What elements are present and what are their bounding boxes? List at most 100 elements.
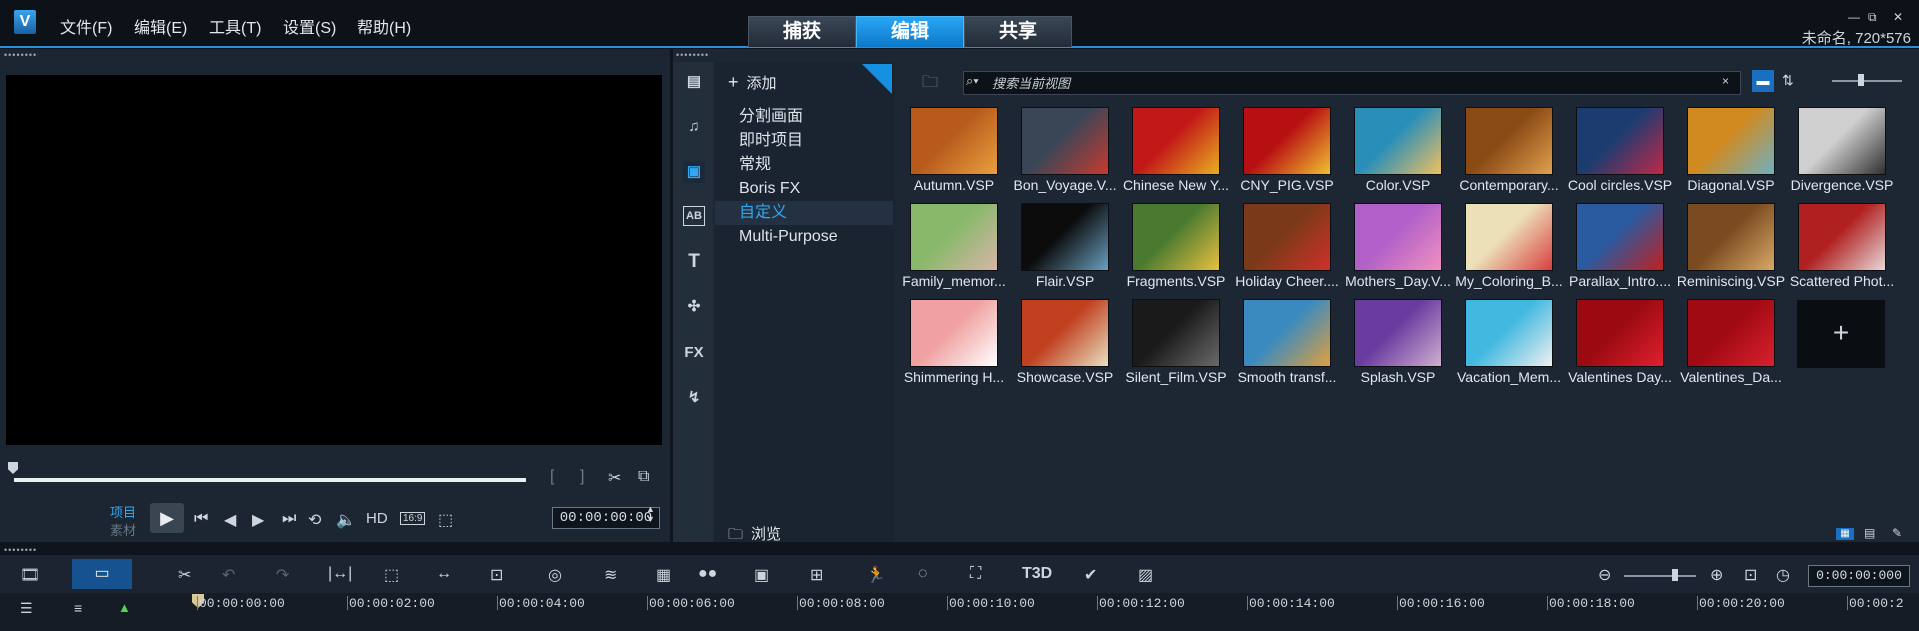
- menu-settings[interactable]: 设置(S): [283, 14, 336, 38]
- transition-icon[interactable]: AB: [683, 206, 705, 226]
- thumbnail-size-slider[interactable]: [1832, 80, 1902, 82]
- motion-icon[interactable]: 🏃: [866, 565, 886, 585]
- player-timecode[interactable]: 00:00:00:00: [552, 507, 660, 529]
- template-thumbnail[interactable]: [1687, 203, 1775, 271]
- panel-grip[interactable]: ••••••••: [4, 545, 37, 555]
- template-thumbnail[interactable]: [1465, 299, 1553, 367]
- restore-button[interactable]: ⧉: [1868, 10, 1877, 25]
- timeline-view-icon[interactable]: ▭: [72, 559, 132, 589]
- split-icon[interactable]: ↔: [436, 565, 452, 583]
- fx-icon[interactable]: FX: [683, 342, 705, 364]
- chapter-icon[interactable]: ≡: [74, 600, 82, 616]
- enlarge-preview-icon[interactable]: ⧉: [638, 468, 649, 486]
- play-button[interactable]: ▶: [150, 503, 184, 533]
- template-thumbnail[interactable]: [1798, 107, 1886, 175]
- mode-clip[interactable]: 素材: [110, 520, 136, 539]
- template-thumbnail[interactable]: [1354, 299, 1442, 367]
- template-thumbnail[interactable]: [1243, 107, 1331, 175]
- track-manager-icon[interactable]: ☰: [20, 600, 33, 617]
- audio-icon[interactable]: ♫: [683, 116, 705, 138]
- template-thumbnail[interactable]: [1576, 107, 1664, 175]
- import-folder-icon[interactable]: 🗀: [922, 71, 938, 98]
- marker-icon[interactable]: ▲: [118, 600, 131, 615]
- multicam-icon[interactable]: ▦: [656, 565, 671, 585]
- template-thumbnail[interactable]: [1687, 299, 1775, 367]
- category-item[interactable]: 常规: [715, 153, 893, 177]
- fit-project-icon[interactable]: |↔|: [328, 565, 352, 583]
- timeline-timecode[interactable]: 0:00:00:000: [1808, 565, 1910, 587]
- tools-icon[interactable]: ✂: [178, 565, 191, 585]
- audio-wave-icon[interactable]: ≋: [604, 565, 617, 585]
- trim-icon[interactable]: ⊡: [490, 565, 503, 585]
- mark-out-icon[interactable]: ]: [580, 468, 584, 486]
- edit-options-icon[interactable]: ✎: [1892, 526, 1902, 540]
- hd-toggle[interactable]: HD: [366, 510, 388, 527]
- template-thumbnail[interactable]: [1687, 107, 1775, 175]
- undo-icon[interactable]: ↶: [222, 565, 235, 585]
- zoom-slider[interactable]: [1624, 575, 1696, 577]
- scissors-icon[interactable]: ✂: [608, 468, 621, 488]
- minimize-button[interactable]: —: [1848, 10, 1860, 24]
- scrubber-track[interactable]: [14, 478, 526, 482]
- list-view-icon[interactable]: ▬: [1752, 70, 1774, 92]
- search-icon[interactable]: ⌕▾: [966, 73, 979, 89]
- split-screen-icon[interactable]: ⊞: [810, 565, 823, 585]
- template-thumbnail[interactable]: [1243, 203, 1331, 271]
- mark-in-icon[interactable]: [: [550, 468, 554, 486]
- color-icon[interactable]: ◎: [548, 565, 562, 585]
- template-thumbnail[interactable]: [1576, 203, 1664, 271]
- browse-button[interactable]: 🗀 浏览: [728, 523, 781, 549]
- volume-icon[interactable]: 🔈: [336, 510, 356, 530]
- zoom-slider-handle[interactable]: [1672, 569, 1678, 581]
- resize-icon[interactable]: ⬚: [384, 565, 399, 585]
- zoom-in-icon[interactable]: ⊕: [1710, 565, 1723, 585]
- template-thumbnail[interactable]: [910, 107, 998, 175]
- view-details-icon[interactable]: ▤: [1864, 526, 1875, 540]
- go-to-end-icon[interactable]: ⏭: [282, 510, 296, 528]
- storyboard-view-icon[interactable]: 🎞: [20, 565, 40, 585]
- mode-project[interactable]: 项目: [110, 502, 136, 521]
- add-template-button[interactable]: +: [1797, 300, 1885, 368]
- fit-timeline-icon[interactable]: ⊡: [1744, 565, 1757, 585]
- aspect-ratio-button[interactable]: 16:9: [400, 512, 426, 525]
- tab-capture[interactable]: 捕获: [748, 16, 856, 47]
- preview-window[interactable]: [6, 75, 662, 445]
- screen-size-icon[interactable]: ⬚: [438, 510, 453, 530]
- path-icon[interactable]: ↯: [683, 387, 705, 409]
- mark-icon[interactable]: ✔: [1084, 565, 1097, 585]
- template-thumbnail[interactable]: [1465, 203, 1553, 271]
- media-icon[interactable]: ▤: [683, 71, 705, 93]
- clear-search-icon[interactable]: ×: [1722, 74, 1729, 88]
- menu-edit[interactable]: 编辑(E): [134, 14, 187, 38]
- template-thumbnail[interactable]: [1132, 299, 1220, 367]
- add-category-button[interactable]: + 添加: [728, 72, 777, 93]
- zoom-out-icon[interactable]: ⊖: [1598, 565, 1611, 585]
- mosaic-icon[interactable]: ▨: [1138, 565, 1153, 585]
- template-thumbnail[interactable]: [1354, 203, 1442, 271]
- menu-tools[interactable]: 工具(T): [209, 14, 261, 38]
- view-thumbnails-icon[interactable]: ▦: [1836, 528, 1854, 540]
- template-thumbnail[interactable]: [1021, 203, 1109, 271]
- menu-help[interactable]: 帮助(H): [357, 14, 411, 38]
- menu-file[interactable]: 文件(F): [60, 14, 112, 38]
- subtitle-icon[interactable]: ▣: [754, 565, 769, 585]
- close-button[interactable]: ✕: [1893, 10, 1903, 24]
- search-input[interactable]: [990, 73, 1694, 93]
- sort-icon[interactable]: ⇅: [1782, 72, 1794, 89]
- panel-grip[interactable]: ••••••••: [676, 50, 709, 60]
- category-item[interactable]: 即时项目: [715, 129, 893, 153]
- repeat-icon[interactable]: ⟲: [308, 510, 321, 530]
- template-thumbnail[interactable]: [1021, 107, 1109, 175]
- template-thumbnail[interactable]: [1354, 107, 1442, 175]
- tab-edit[interactable]: 编辑: [856, 16, 964, 47]
- template-thumbnail[interactable]: [910, 299, 998, 367]
- template-thumbnail[interactable]: [1132, 107, 1220, 175]
- go-to-start-icon[interactable]: ⏮: [194, 510, 208, 528]
- graphics-icon[interactable]: ✣: [683, 296, 705, 318]
- timecode-stepper[interactable]: ▲ ▼: [646, 504, 655, 524]
- template-thumbnail[interactable]: [910, 203, 998, 271]
- template-thumbnail[interactable]: [1132, 203, 1220, 271]
- panel-grip[interactable]: ••••••••: [4, 50, 37, 60]
- template-thumbnail[interactable]: [1021, 299, 1109, 367]
- title-icon[interactable]: T: [683, 251, 705, 273]
